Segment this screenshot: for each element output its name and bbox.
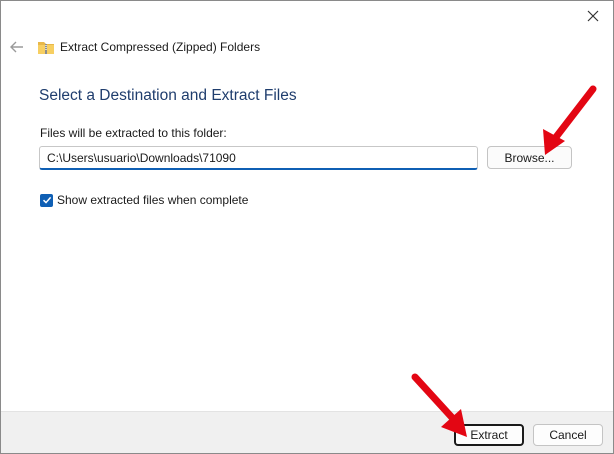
destination-label: Files will be extracted to this folder: — [40, 126, 227, 140]
dialog-header: Extract Compressed (Zipped) Folders — [9, 36, 260, 58]
show-files-label: Show extracted files when complete — [57, 193, 249, 207]
show-files-checkbox-row[interactable]: Show extracted files when complete — [40, 193, 248, 207]
destination-path-input[interactable] — [39, 146, 478, 170]
close-icon — [587, 10, 599, 22]
browse-button[interactable]: Browse... — [487, 146, 572, 169]
close-button[interactable] — [579, 3, 607, 29]
extract-button[interactable]: Extract — [454, 424, 524, 446]
page-title: Select a Destination and Extract Files — [39, 87, 297, 104]
dialog-title: Extract Compressed (Zipped) Folders — [60, 40, 261, 54]
show-files-checkbox[interactable] — [40, 193, 53, 207]
zip-folder-icon — [37, 39, 55, 55]
cancel-button[interactable]: Cancel — [533, 424, 603, 446]
dialog-footer: Extract Cancel — [1, 411, 613, 453]
extract-dialog: Extract Compressed (Zipped) Folders Sele… — [0, 0, 614, 454]
back-arrow-icon[interactable] — [9, 39, 25, 55]
checkmark-icon — [42, 196, 51, 204]
